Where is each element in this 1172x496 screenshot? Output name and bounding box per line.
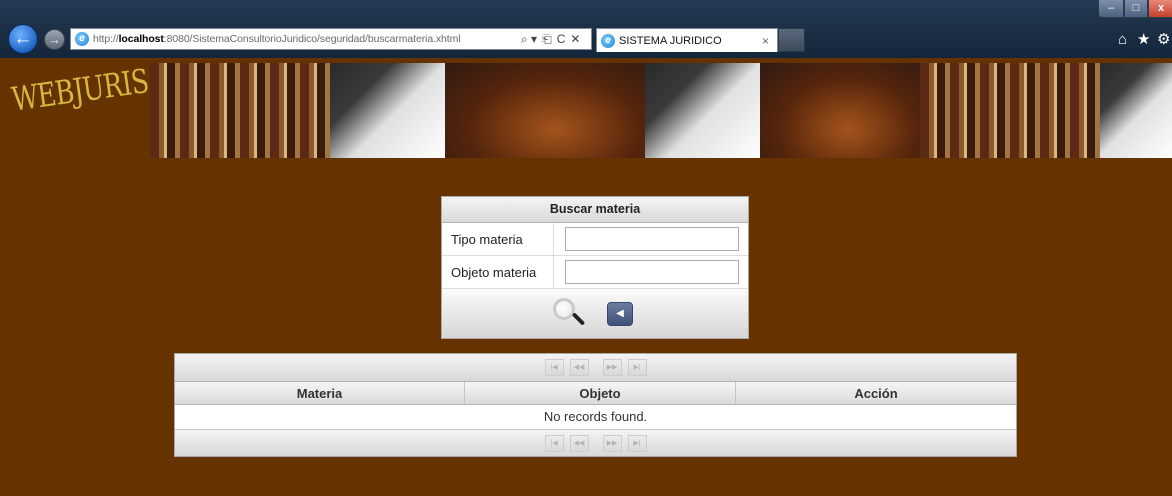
banner-image-gavel bbox=[445, 63, 645, 158]
maximize-button[interactable]: □ bbox=[1124, 0, 1148, 18]
panel-title: Buscar materia bbox=[442, 197, 748, 223]
compatibility-icon[interactable]: ⎗ bbox=[542, 32, 552, 47]
stop-icon[interactable]: ✕ bbox=[570, 32, 580, 47]
form-row-tipo: Tipo materia bbox=[442, 223, 748, 256]
close-tab-icon[interactable]: × bbox=[762, 34, 769, 48]
last-page-button[interactable]: ▶| bbox=[627, 359, 647, 376]
column-header-materia[interactable]: Materia bbox=[175, 382, 465, 404]
objeto-materia-label: Objeto materia bbox=[442, 256, 554, 288]
column-header-accion[interactable]: Acción bbox=[736, 382, 1016, 404]
first-page-button[interactable]: |◀ bbox=[544, 434, 564, 452]
tipo-materia-input[interactable] bbox=[565, 227, 739, 251]
forward-arrow-icon[interactable]: → bbox=[44, 29, 65, 50]
browser-tab[interactable]: e SISTEMA JURIDICO × bbox=[596, 28, 778, 52]
close-window-button[interactable]: x bbox=[1148, 0, 1172, 18]
address-bar[interactable]: e http://localhost:8080/SistemaConsultor… bbox=[70, 28, 592, 50]
refresh-icon[interactable]: C bbox=[557, 32, 566, 47]
results-table: |◀ ◀◀ ▶▶ ▶| Materia Objeto Acción No rec… bbox=[174, 353, 1017, 457]
home-icon[interactable]: ⌂ bbox=[1118, 32, 1127, 48]
first-page-button[interactable]: |◀ bbox=[544, 359, 564, 376]
favorites-star-icon[interactable]: ★ bbox=[1137, 32, 1150, 48]
ie-icon: e bbox=[75, 32, 89, 46]
back-button[interactable]: ◀ bbox=[607, 302, 633, 326]
pager-bottom: |◀ ◀◀ ▶▶ ▶| bbox=[175, 429, 1016, 456]
next-page-button[interactable]: ▶▶ bbox=[602, 434, 622, 452]
browser-chrome: ← → e http://localhost:8080/SistemaConsu… bbox=[0, 0, 1172, 58]
search-panel: Buscar materia Tipo materia Objeto mater… bbox=[441, 196, 749, 339]
banner-image-books bbox=[920, 63, 1100, 158]
banner-image-writing bbox=[645, 63, 760, 158]
banner-image-gavel bbox=[760, 63, 920, 158]
objeto-materia-input[interactable] bbox=[565, 260, 739, 284]
table-header: Materia Objeto Acción bbox=[175, 381, 1016, 405]
header-banner bbox=[150, 63, 1172, 158]
pager-top: |◀ ◀◀ ▶▶ ▶| bbox=[175, 354, 1016, 381]
banner-image-writing bbox=[1100, 63, 1172, 158]
banner-image-books bbox=[150, 63, 330, 158]
empty-message: No records found. bbox=[543, 409, 648, 424]
tools-gear-icon[interactable]: ⚙ bbox=[1157, 32, 1170, 48]
url-text[interactable]: http://localhost:8080/SistemaConsultorio… bbox=[93, 33, 515, 45]
prev-page-button[interactable]: ◀◀ bbox=[569, 359, 589, 376]
site-logo: WEBJURIS bbox=[9, 61, 151, 119]
magnifier-icon[interactable] bbox=[553, 298, 586, 328]
tipo-materia-label: Tipo materia bbox=[442, 223, 554, 255]
panel-actions: ◀ bbox=[442, 289, 748, 338]
search-icon[interactable]: ⌕ ▾ bbox=[521, 32, 537, 47]
back-arrow-icon[interactable]: ← bbox=[8, 24, 38, 54]
last-page-button[interactable]: ▶| bbox=[627, 434, 647, 452]
new-tab-button[interactable] bbox=[778, 28, 805, 52]
prev-page-button[interactable]: ◀◀ bbox=[569, 434, 589, 452]
column-header-objeto[interactable]: Objeto bbox=[465, 382, 736, 404]
banner-image-writing bbox=[330, 63, 445, 158]
magnifier-handle bbox=[571, 312, 586, 326]
tab-ie-icon: e bbox=[601, 33, 615, 48]
form-row-objeto: Objeto materia bbox=[442, 256, 748, 289]
next-page-button[interactable]: ▶▶ bbox=[602, 359, 622, 376]
tab-title: SISTEMA JURIDICO bbox=[619, 34, 722, 47]
magnifier-lens bbox=[553, 298, 575, 320]
minimize-button[interactable]: – bbox=[1098, 0, 1124, 18]
